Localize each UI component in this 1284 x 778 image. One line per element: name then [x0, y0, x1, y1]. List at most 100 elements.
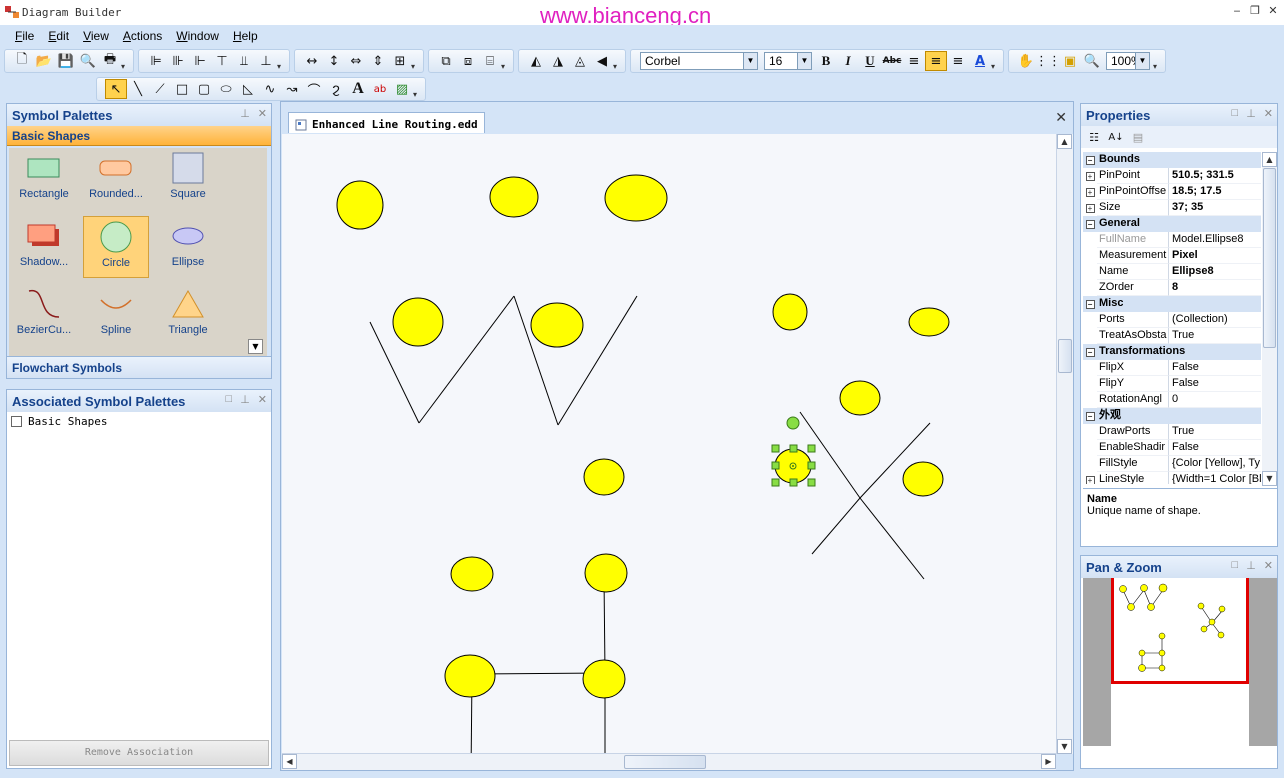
palette-scroll-down-icon[interactable]: ▼ — [248, 339, 263, 354]
scroll-down-icon[interactable]: ▼ — [1057, 739, 1072, 754]
close-document-icon[interactable]: ✕ — [1055, 110, 1067, 126]
align-middle-icon[interactable]: ⫫ — [233, 51, 255, 71]
toolbar-overflow-icon[interactable]: ▾ — [277, 51, 285, 71]
polygon-tool-icon[interactable]: ◺ — [237, 79, 259, 99]
rich-text-tool-icon[interactable]: ab — [369, 79, 391, 99]
text-tool-icon[interactable]: A — [347, 79, 369, 99]
palette-tab-flowchart-symbols[interactable]: Flowchart Symbols — [7, 356, 271, 378]
symbol-spline[interactable]: Spline — [83, 284, 149, 346]
toolbar-overflow-icon[interactable]: ▾ — [991, 51, 999, 71]
property-value[interactable]: True — [1169, 424, 1261, 440]
rectangle-tool-icon[interactable]: □ — [171, 79, 193, 99]
scroll-right-icon[interactable]: ▶ — [1041, 754, 1056, 769]
align-top-icon[interactable]: ⊤ — [211, 51, 233, 71]
align-bottom-icon[interactable]: ⊥ — [255, 51, 277, 71]
bring-front-icon[interactable]: ⧉ — [435, 51, 457, 71]
ellipse-node[interactable] — [584, 553, 628, 593]
align-text-left-icon[interactable]: ≡ — [903, 51, 925, 71]
close-icon[interactable]: ✕ — [1264, 559, 1273, 572]
property-value[interactable]: 18.5; 17.5 — [1169, 184, 1261, 200]
property-row[interactable]: + PinPoint 510.5; 331.5 — [1083, 168, 1261, 184]
pin-icon[interactable]: ⊥ — [1246, 107, 1256, 120]
zoom-select[interactable]: 100% ▼ — [1106, 52, 1150, 70]
pin-icon[interactable]: ⊥ — [240, 393, 250, 406]
property-row[interactable]: + LineStyle {Width=1 Color [Bl — [1083, 472, 1261, 484]
align-text-center-icon[interactable]: ≡ — [925, 51, 947, 71]
resize-handle[interactable] — [789, 478, 798, 487]
property-row[interactable]: TreatAsObsta True — [1083, 328, 1261, 344]
property-row[interactable]: ZOrder 8 — [1083, 280, 1261, 296]
open-folder-icon[interactable]: 📂 — [33, 51, 55, 71]
property-category[interactable]: − Transformations — [1083, 344, 1261, 360]
property-grid-scrollbar[interactable]: ▲ ▼ — [1262, 152, 1277, 486]
zoom-icon[interactable]: 🔍 — [1081, 51, 1103, 71]
minimize-button[interactable]: ‒ — [1230, 4, 1244, 18]
property-scroll-thumb[interactable] — [1263, 168, 1276, 348]
close-icon[interactable]: ✕ — [258, 393, 267, 406]
grid-icon[interactable]: ⋮⋮ — [1035, 51, 1061, 71]
bold-icon[interactable]: B — [815, 51, 837, 71]
pin-icon[interactable]: ⊥ — [1246, 559, 1256, 572]
ellipse-tool-icon[interactable]: ⬭ — [215, 79, 237, 99]
property-row[interactable]: FullName Model.Ellipse8 — [1083, 232, 1261, 248]
toolbar-overflow-icon[interactable]: ▾ — [613, 51, 621, 71]
remove-association-button[interactable]: Remove Association — [9, 740, 269, 766]
property-row[interactable]: EnableShadir False — [1083, 440, 1261, 456]
vertical-scroll-thumb[interactable] — [1058, 339, 1072, 373]
close-button[interactable]: ✕ — [1266, 4, 1280, 18]
document-tab[interactable]: Enhanced Line Routing.edd — [288, 112, 485, 133]
canvas-vertical-scrollbar[interactable]: ▲ ▼ — [1056, 134, 1073, 754]
arc-tool-icon[interactable]: ⌒ — [303, 79, 325, 99]
ellipse-node[interactable] — [583, 458, 625, 496]
spline-tool-icon[interactable]: ϩ — [325, 79, 347, 99]
scroll-down-icon[interactable]: ▼ — [1262, 471, 1277, 486]
ellipse-node[interactable] — [772, 293, 808, 331]
property-category[interactable]: − Misc — [1083, 296, 1261, 312]
float-icon[interactable]: □ — [1232, 559, 1239, 572]
expand-icon[interactable]: + — [1083, 184, 1097, 200]
property-value[interactable]: Ellipse8 — [1169, 264, 1261, 280]
close-icon[interactable]: ✕ — [1264, 107, 1273, 120]
ellipse-node[interactable] — [604, 174, 668, 222]
pointer-tool-icon[interactable]: ↖ — [105, 79, 127, 99]
ellipse-node[interactable] — [902, 461, 944, 497]
property-row[interactable]: + Size 37; 35 — [1083, 200, 1261, 216]
ellipse-node[interactable] — [908, 307, 950, 337]
resize-handle[interactable] — [771, 461, 780, 470]
collapse-icon[interactable]: − — [1083, 408, 1097, 424]
new-file-icon[interactable]: 🗋 — [11, 51, 33, 71]
property-value[interactable]: False — [1169, 376, 1261, 392]
viewport-frame[interactable] — [1111, 578, 1249, 684]
horizontal-scroll-thumb[interactable] — [624, 755, 706, 769]
symbol-triangle[interactable]: Triangle — [155, 284, 221, 346]
property-category[interactable]: − 外观 — [1083, 408, 1261, 424]
symbol-square[interactable]: Square — [155, 148, 221, 210]
image-tool-icon[interactable]: ▨ — [391, 79, 413, 99]
orthogonal-line-tool-icon[interactable]: ⟋ — [149, 79, 171, 99]
property-value[interactable]: {Width=1 Color [Bl — [1169, 472, 1261, 484]
toolbar-overflow-icon[interactable]: ▾ — [1153, 51, 1161, 71]
chevron-down-icon[interactable]: ▼ — [797, 53, 811, 69]
send-back-icon[interactable]: ⧈ — [457, 51, 479, 71]
group-icon[interactable]: ⌸ — [479, 51, 501, 71]
expand-icon[interactable]: + — [1083, 472, 1097, 484]
property-category[interactable]: − General — [1083, 216, 1261, 232]
resize-handle[interactable] — [789, 444, 798, 453]
collapse-icon[interactable]: − — [1083, 296, 1097, 312]
ellipse-node[interactable] — [444, 654, 496, 698]
expand-icon[interactable]: + — [1083, 200, 1097, 216]
menu-view[interactable]: View — [76, 29, 116, 43]
same-width-icon[interactable]: ⇔ — [345, 51, 367, 71]
property-value[interactable]: Pixel — [1169, 248, 1261, 264]
property-pages-icon[interactable]: ▤ — [1129, 127, 1147, 147]
font-size-select[interactable]: 16 ▼ — [764, 52, 812, 70]
property-value[interactable]: True — [1169, 328, 1261, 344]
ellipse-node[interactable] — [336, 180, 384, 230]
same-size-icon[interactable]: ⊞ — [389, 51, 411, 71]
property-value[interactable]: False — [1169, 440, 1261, 456]
float-icon[interactable]: □ — [1232, 107, 1239, 120]
print-icon[interactable]: 🖶 — [99, 51, 121, 71]
float-icon[interactable]: □ — [226, 393, 233, 406]
space-down-icon[interactable]: ↕ — [323, 51, 345, 71]
rotate-right-icon[interactable]: ◀ — [591, 51, 613, 71]
